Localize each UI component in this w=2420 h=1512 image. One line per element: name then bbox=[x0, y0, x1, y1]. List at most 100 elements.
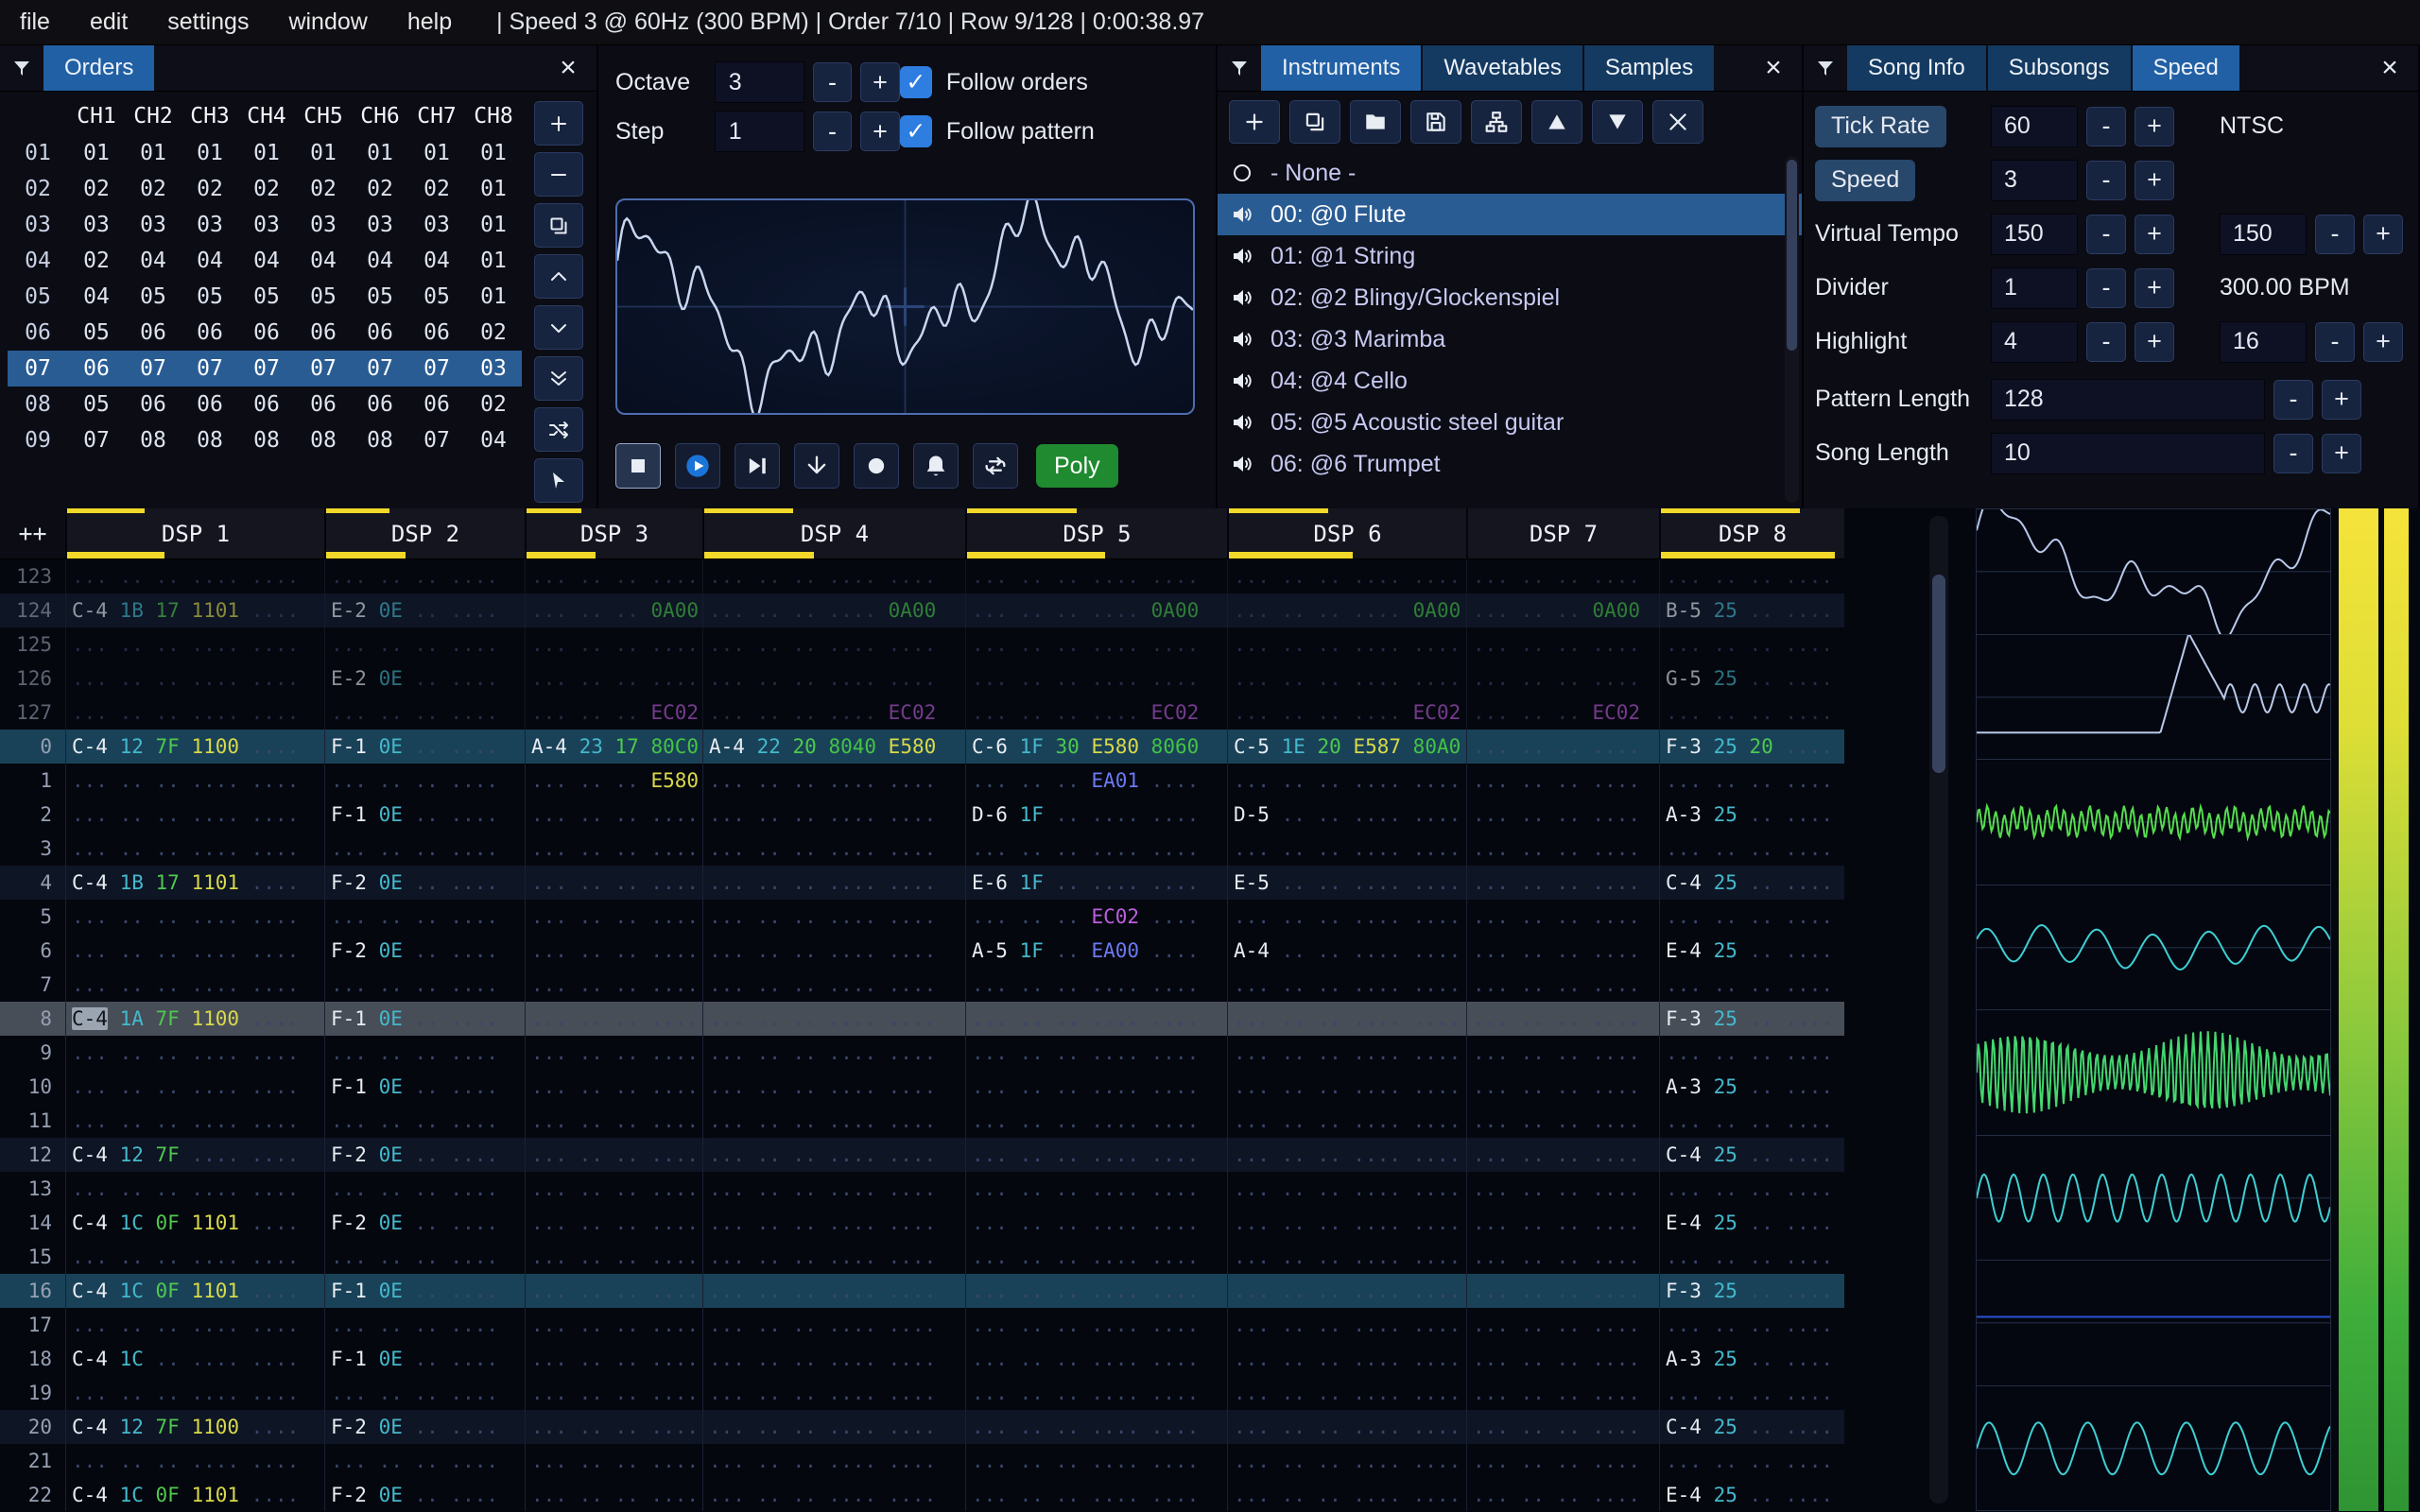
pattern-cell[interactable]: ... .. .. .... .... bbox=[702, 1444, 965, 1478]
pattern-cell[interactable]: ... .. .. .... .... bbox=[702, 1036, 965, 1070]
pattern-cell[interactable]: ... .. .. .... .... bbox=[965, 1104, 1227, 1138]
pattern-cell[interactable]: ... .. .. .... .... bbox=[1227, 1138, 1466, 1172]
pattern-cell[interactable]: E-5 .. .. .... .... bbox=[1227, 866, 1466, 900]
pattern-cell[interactable]: ... .. .. .... .... bbox=[65, 1172, 324, 1206]
add-order-button[interactable] bbox=[534, 101, 583, 146]
pattern-cell[interactable]: A-3 25 .. .... bbox=[1659, 1070, 1844, 1104]
pattern-cell[interactable]: ... .. .. .... .... bbox=[965, 1376, 1227, 1410]
order-cell[interactable]: 07 bbox=[68, 428, 125, 453]
pattern-cell[interactable]: ... .. .. .... bbox=[525, 1036, 702, 1070]
duplicate-instrument-button[interactable] bbox=[1289, 100, 1340, 144]
order-cell[interactable]: 07 bbox=[182, 356, 238, 381]
pattern-length-increase-button[interactable]: + bbox=[2322, 379, 2361, 420]
pattern-cell[interactable]: ... .. .. .... bbox=[1466, 1206, 1659, 1240]
pattern-cell[interactable]: ... .. .. .... bbox=[324, 696, 525, 730]
step-increase-button[interactable]: + bbox=[860, 112, 900, 151]
song-length-increase-button[interactable]: + bbox=[2322, 433, 2361, 473]
stop-button[interactable] bbox=[615, 443, 661, 489]
pattern-cell[interactable]: ... .. .. .... .... bbox=[965, 1172, 1227, 1206]
pattern-cell[interactable]: ... .. .. 0A00 bbox=[525, 593, 702, 627]
order-cell[interactable]: 06 bbox=[238, 320, 295, 345]
pattern-cell[interactable]: ... .. .. .... bbox=[324, 1308, 525, 1342]
pattern-cell[interactable]: ... .. .. .... bbox=[525, 559, 702, 593]
pattern-cell[interactable]: ... .. .. .... bbox=[1466, 900, 1659, 934]
pattern-cell[interactable]: ... .. .. E580 bbox=[525, 764, 702, 798]
order-cell[interactable]: 06 bbox=[352, 320, 408, 345]
tick-rate-button[interactable]: Tick Rate bbox=[1815, 105, 1946, 147]
pattern-cell[interactable]: ... .. .. .... .... bbox=[702, 968, 965, 1002]
order-cell[interactable]: 07 bbox=[295, 356, 352, 381]
pattern-cell[interactable]: ... .. .. EC02 bbox=[1466, 696, 1659, 730]
pattern-cell[interactable]: ... .. .. .... .... bbox=[702, 866, 965, 900]
order-cell[interactable]: 01 bbox=[238, 141, 295, 165]
order-cell[interactable]: 02 bbox=[182, 177, 238, 201]
pattern-cell[interactable]: F-1 0E .. .... bbox=[324, 1274, 525, 1308]
metronome-button[interactable] bbox=[913, 443, 959, 489]
pattern-cell[interactable]: ... .. .. .... .... bbox=[702, 934, 965, 968]
order-cell[interactable]: 06 bbox=[182, 320, 238, 345]
order-cell[interactable]: 06 bbox=[408, 392, 465, 417]
orders-row[interactable]: 02 02 02 02 02 02 02 02 01 bbox=[8, 171, 522, 207]
close-icon[interactable]: × bbox=[1754, 45, 1792, 91]
pattern-cell[interactable]: ... .. .. .... bbox=[324, 968, 525, 1002]
pattern-cell[interactable]: ... .. .. .... .... bbox=[965, 1070, 1227, 1104]
pattern-cell[interactable]: ... .. .. .... bbox=[1659, 1240, 1844, 1274]
divider-decrease-button[interactable]: - bbox=[2086, 267, 2126, 308]
pattern-cell[interactable]: ... .. .. .... bbox=[525, 1002, 702, 1036]
pattern-cell[interactable]: ... .. .. .... .... bbox=[65, 934, 324, 968]
tick-rate-decrease-button[interactable]: - bbox=[2086, 106, 2126, 146]
pattern-cell[interactable]: ... .. .. .... .... bbox=[965, 1478, 1227, 1511]
tab-speed[interactable]: Speed bbox=[2132, 45, 2239, 91]
order-cell[interactable]: 01 bbox=[465, 141, 522, 165]
collapse-icon[interactable] bbox=[1804, 45, 1847, 91]
pattern-cell[interactable]: ... .. .. .... bbox=[1466, 1070, 1659, 1104]
instrument-item[interactable]: 00: @0 Flute bbox=[1218, 194, 1802, 235]
pattern-cell[interactable]: ... .. .. .... bbox=[525, 662, 702, 696]
pattern-cell[interactable]: ... .. .. EC02 .... bbox=[965, 900, 1227, 934]
order-cell[interactable]: 03 bbox=[465, 356, 522, 381]
pattern-cell[interactable]: ... .. .. .... .... bbox=[65, 627, 324, 662]
pattern-cell[interactable]: F-2 0E .. .... bbox=[324, 1478, 525, 1511]
pattern-cell[interactable]: ... .. .. .... .... bbox=[702, 1410, 965, 1444]
order-edit-mode-button[interactable] bbox=[534, 458, 583, 503]
pattern-cell[interactable]: ... .. .. .... .... bbox=[1227, 1274, 1466, 1308]
pattern-cell[interactable]: ... .. .. .... bbox=[525, 1342, 702, 1376]
pattern-cell[interactable]: ... .. .. .... .... bbox=[65, 1308, 324, 1342]
order-cell[interactable]: 07 bbox=[238, 356, 295, 381]
order-cell[interactable]: 08 bbox=[295, 428, 352, 453]
pattern-cell[interactable]: F-1 0E .. .... bbox=[324, 730, 525, 764]
pattern-cell[interactable]: ... .. .. .... .... bbox=[702, 1274, 965, 1308]
pattern-cell[interactable]: C-4 1A 7F 1100 .... bbox=[65, 1002, 324, 1036]
repeat-pattern-button[interactable] bbox=[973, 443, 1018, 489]
collapse-icon[interactable] bbox=[1218, 45, 1261, 91]
pattern-cell[interactable]: ... .. .. .... .... bbox=[1227, 764, 1466, 798]
duplicate-order-to-end-button[interactable] bbox=[534, 356, 583, 401]
pattern-cell[interactable]: E-2 0E .. .... bbox=[324, 662, 525, 696]
order-cell[interactable]: 04 bbox=[68, 284, 125, 309]
order-cell[interactable]: 01 bbox=[295, 141, 352, 165]
pattern-cell[interactable]: ... .. .. .... .... bbox=[1227, 627, 1466, 662]
order-cell[interactable]: 04 bbox=[408, 249, 465, 273]
pattern-cell[interactable]: ... .. .. .... bbox=[1466, 764, 1659, 798]
pattern-cell[interactable]: ... .. .. .... .... bbox=[65, 1036, 324, 1070]
record-button[interactable] bbox=[854, 443, 899, 489]
pattern-cell[interactable]: ... .. .. .... .... bbox=[965, 968, 1227, 1002]
pattern-cell[interactable]: ... .. .. .... .... bbox=[702, 798, 965, 832]
order-change-mode-button[interactable] bbox=[534, 407, 583, 452]
instrument-item[interactable]: 03: @3 Marimba bbox=[1218, 318, 1802, 360]
pattern-cell[interactable]: ... .. .. .... .... bbox=[1227, 1444, 1466, 1478]
speed-increase-button[interactable]: + bbox=[2135, 160, 2174, 200]
pattern-cell[interactable]: ... .. .. .... .... bbox=[702, 1206, 965, 1240]
pattern-cell[interactable]: C-4 1C 0F 1101 .... bbox=[65, 1478, 324, 1511]
pattern-cell[interactable]: ... .. .. .... bbox=[1659, 696, 1844, 730]
song-length-decrease-button[interactable]: - bbox=[2273, 433, 2313, 473]
move-instrument-down-button[interactable] bbox=[1592, 100, 1643, 144]
pattern-cell[interactable]: F-1 0E .. .... bbox=[324, 1342, 525, 1376]
order-cell[interactable]: 03 bbox=[125, 213, 182, 237]
pattern-scrollbar-thumb[interactable] bbox=[1932, 575, 1945, 773]
tab-orders[interactable]: Orders bbox=[43, 45, 155, 91]
menu-help[interactable]: help bbox=[388, 0, 472, 44]
pattern-cell[interactable]: E-2 0E .. .... bbox=[324, 593, 525, 627]
channel-header[interactable]: DSP 2 bbox=[324, 508, 525, 558]
pattern-cell[interactable]: ... .. .. .... bbox=[525, 934, 702, 968]
